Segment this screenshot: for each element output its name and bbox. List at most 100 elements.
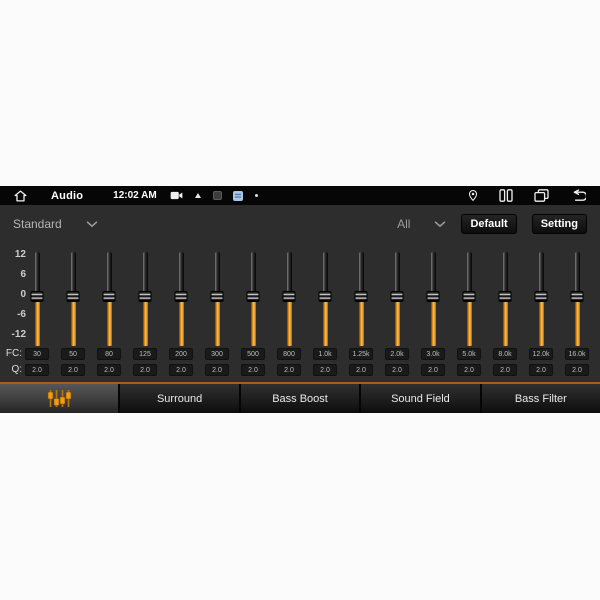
q-value-chip: 2.0 [385,364,409,376]
slider-thumb[interactable] [427,291,440,302]
eq-band-slider[interactable] [379,243,415,346]
fc-value-chip-cell: 30 [19,348,55,360]
preset-dropdown-value: Standard [13,217,62,231]
q-row: Q: 2.02.02.02.02.02.02.02.02.02.02.02.02… [0,362,600,378]
scope-dropdown[interactable]: All [397,217,446,231]
eq-band-slider[interactable] [55,243,91,346]
eq-band-slider[interactable] [91,243,127,346]
tab-surround[interactable]: Surround [118,384,238,413]
q-value-chip: 2.0 [565,364,589,376]
slider-track-upper [107,252,112,291]
eq-band-slider[interactable] [127,243,163,346]
q-value-chip: 2.0 [421,364,445,376]
slider-track-upper [539,252,544,291]
fc-value-chip: 3.0k [421,348,445,360]
slider-thumb[interactable] [211,291,224,302]
product-photo-background: Audio 12:02 AM [0,0,600,600]
eq-band-slider[interactable] [19,243,55,346]
fc-value-chip: 50 [61,348,85,360]
slider-thumb[interactable] [571,291,584,302]
eq-band-slider[interactable] [451,243,487,346]
slider-thumb[interactable] [31,291,44,302]
slider-track-lower [35,301,40,346]
default-button[interactable]: Default [461,214,516,234]
setting-button[interactable]: Setting [532,214,587,234]
q-value-chip: 2.0 [25,364,49,376]
slider-thumb[interactable] [103,291,116,302]
slider-track-upper [323,252,328,291]
q-value-chip: 2.0 [277,364,301,376]
eq-band-slider[interactable] [307,243,343,346]
q-value-chip: 2.0 [493,364,517,376]
slider-thumb[interactable] [67,291,80,302]
fc-value-chip-cell: 300 [199,348,235,360]
fc-value-chip: 800 [277,348,301,360]
location-pin-icon [468,189,478,202]
slider-thumb[interactable] [247,291,260,302]
slider-thumb[interactable] [391,291,404,302]
app-title: Audio [51,190,83,202]
fc-value-chip: 80 [97,348,121,360]
app-chip-gray-icon[interactable] [213,191,222,200]
q-value-chip: 2.0 [97,364,121,376]
slider-thumb[interactable] [175,291,188,302]
q-value-chip: 2.0 [529,364,553,376]
q-value-chip-cell: 2.0 [487,364,523,376]
q-value-chip-cell: 2.0 [235,364,271,376]
slider-thumb[interactable] [139,291,152,302]
fc-value-chip-cell: 200 [163,348,199,360]
fc-value-chip: 1.25k [349,348,373,360]
fc-value-chip-cell: 5.0k [451,348,487,360]
back-arrow-icon[interactable] [570,189,586,202]
eq-band-slider[interactable] [559,243,595,346]
eq-band-slider[interactable] [343,243,379,346]
slider-track-lower [323,301,328,346]
tab-label: Bass Filter [515,393,567,405]
slider-thumb[interactable] [355,291,368,302]
eq-band-slider[interactable] [487,243,523,346]
slider-track-upper [179,252,184,291]
eq-band-slider[interactable] [199,243,235,346]
q-value-chip-cell: 2.0 [559,364,595,376]
recent-apps-icon[interactable] [534,189,549,202]
app-chip-blue-icon[interactable] [233,191,243,201]
slider-track-lower [287,301,292,346]
tab-bass-boost[interactable]: Bass Boost [239,384,359,413]
slider-track-lower [215,301,220,346]
tab-label: Bass Boost [272,393,328,405]
slider-track-lower [359,301,364,346]
slider-thumb[interactable] [499,291,512,302]
slider-track-upper [575,252,580,291]
sliders-row [0,243,600,346]
tab-label: Sound Field [391,393,450,405]
fc-value-chip-cell: 3.0k [415,348,451,360]
eq-band-slider[interactable] [235,243,271,346]
fc-value-chip-cell: 16.0k [559,348,595,360]
tab-sound-field[interactable]: Sound Field [359,384,479,413]
q-value-chip-cell: 2.0 [379,364,415,376]
fc-value-chip-cell: 8.0k [487,348,523,360]
tab-bass-filter[interactable]: Bass Filter [480,384,600,413]
split-screen-icon[interactable] [499,189,513,202]
fc-value-chip-cell: 125 [127,348,163,360]
preset-dropdown[interactable]: Standard [13,217,98,231]
fc-value-chip-cell: 2.0k [379,348,415,360]
eq-band-slider[interactable] [523,243,559,346]
slider-thumb[interactable] [283,291,296,302]
slider-track-upper [395,252,400,291]
slider-thumb[interactable] [463,291,476,302]
eq-band-slider[interactable] [271,243,307,346]
slider-thumb[interactable] [535,291,548,302]
slider-track-lower [251,301,256,346]
slider-track-upper [287,252,292,291]
home-icon[interactable] [14,190,27,202]
eq-band-slider[interactable] [415,243,451,346]
q-chips: 2.02.02.02.02.02.02.02.02.02.02.02.02.02… [19,364,595,376]
eq-band-slider[interactable] [163,243,199,346]
video-camera-icon[interactable] [170,191,183,200]
slider-thumb[interactable] [319,291,332,302]
q-value-chip: 2.0 [313,364,337,376]
tab-equalizer[interactable] [0,384,118,413]
clock: 12:02 AM [113,190,157,201]
q-value-chip-cell: 2.0 [271,364,307,376]
